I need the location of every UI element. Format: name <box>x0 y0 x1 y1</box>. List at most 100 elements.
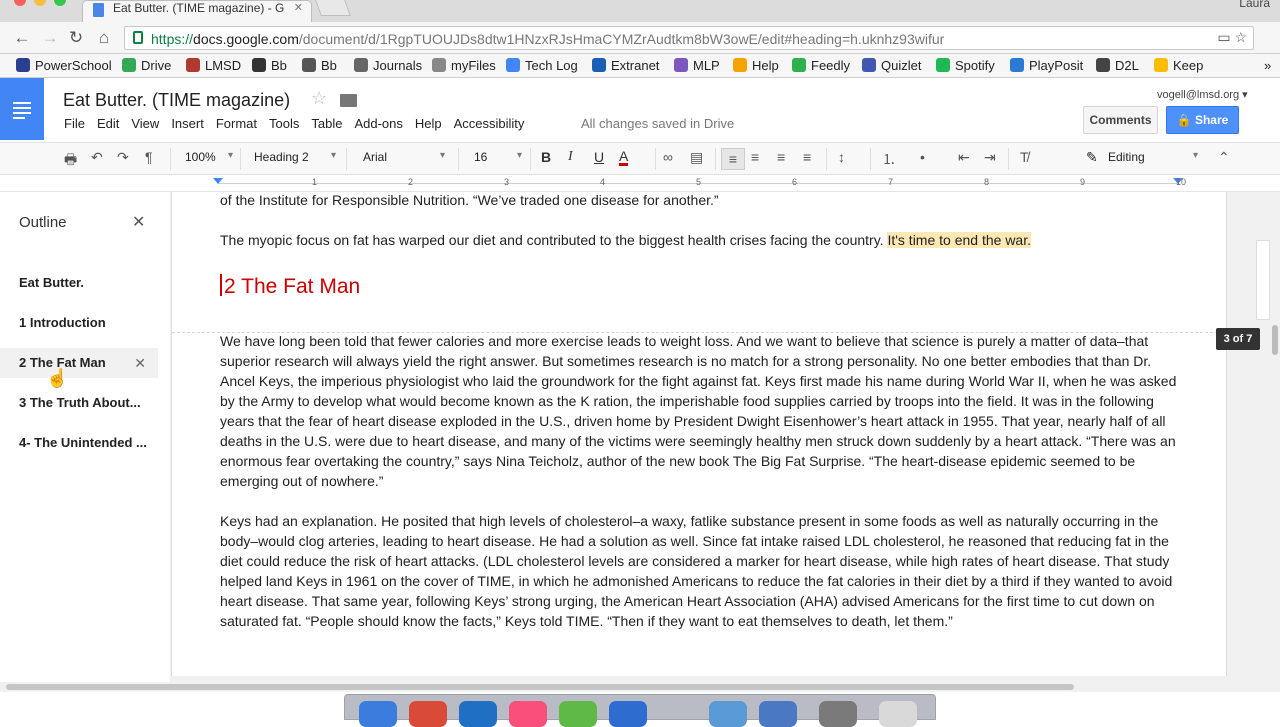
minimize-window-icon[interactable] <box>34 0 46 6</box>
numbered-list-icon[interactable]: ⒈ <box>882 149 896 169</box>
browser-tab[interactable]: Eat Butter. (TIME magazine) - G ✕ <box>82 0 312 22</box>
bookmark-powerschool[interactable]: PowerSchool <box>16 58 112 73</box>
line-spacing-icon[interactable]: ↕ <box>838 149 845 165</box>
menu-accessibility[interactable]: Accessibility <box>454 116 525 131</box>
folder-icon[interactable] <box>340 94 357 107</box>
increase-indent-icon[interactable]: ⇥ <box>984 149 996 166</box>
editing-mode-select[interactable]: Editing <box>1108 150 1198 164</box>
bookmark-feedly[interactable]: Feedly <box>792 58 850 73</box>
font-size-select[interactable]: 16 <box>474 150 522 164</box>
bookmarks-overflow-icon[interactable]: » <box>1264 58 1271 73</box>
forward-icon[interactable]: → <box>40 28 60 48</box>
outline-close-icon[interactable]: ✕ <box>132 212 145 232</box>
bookmark-help[interactable]: Help <box>733 58 779 73</box>
heading-2[interactable]: 2 The Fat Man <box>220 274 360 299</box>
menu-help[interactable]: Help <box>415 116 442 131</box>
paragraph[interactable]: of the Institute for Responsible Nutriti… <box>220 192 1182 210</box>
close-window-icon[interactable] <box>14 0 26 6</box>
comments-button[interactable]: Comments <box>1083 106 1158 134</box>
bookmark-spotify[interactable]: Spotify <box>936 58 995 73</box>
ruler[interactable]: 1 2 3 4 5 6 7 8 9 10 <box>0 175 1280 192</box>
app-store-icon[interactable] <box>559 701 597 727</box>
bookmark-extranet[interactable]: Extranet <box>592 58 659 73</box>
text-color-button[interactable]: A <box>619 149 629 166</box>
bulleted-list-icon[interactable]: • <box>920 149 925 165</box>
comment-icon[interactable]: ▤ <box>690 149 703 166</box>
reload-icon[interactable]: ↻ <box>66 28 86 48</box>
outline-item[interactable]: 4- The Unintended ... <box>0 428 158 458</box>
clear-formatting-icon[interactable]: T̸ <box>1020 149 1029 165</box>
account-email[interactable]: vogell@lmsd.org ▾ <box>1157 88 1248 101</box>
paragraph[interactable]: The myopic focus on fat has warped our d… <box>220 230 1182 250</box>
back-icon[interactable]: ← <box>12 28 32 48</box>
paragraph-style-select[interactable]: Heading 2 <box>254 150 336 164</box>
bookmark-bb[interactable]: Bb <box>252 58 287 73</box>
justify-button[interactable]: ≡ <box>803 149 811 165</box>
maximize-window-icon[interactable] <box>54 0 66 6</box>
downloads-folder-icon[interactable] <box>709 701 747 727</box>
menu-table[interactable]: Table <box>311 116 342 131</box>
outlook-icon[interactable] <box>459 701 497 727</box>
paragraph[interactable]: Keys had an explanation. He posited that… <box>220 511 1182 631</box>
bookmark-tech-log[interactable]: Tech Log <box>506 58 578 73</box>
collapse-icon[interactable]: ⌃ <box>1218 149 1230 166</box>
undo-icon[interactable]: ↶ <box>91 149 103 166</box>
vertical-scrollbar[interactable] <box>1272 325 1278 355</box>
bookmark-journals[interactable]: Journals <box>354 58 422 73</box>
chrome-icon[interactable] <box>409 701 447 727</box>
outline-item[interactable]: 2 The Fat Man ✕ <box>0 348 158 378</box>
bookmark-bb[interactable]: Bb <box>302 58 337 73</box>
bookmark-myfiles[interactable]: myFiles <box>432 58 496 73</box>
menu-format[interactable]: Format <box>216 116 257 131</box>
document-title[interactable]: Eat Butter. (TIME magazine) <box>63 90 290 111</box>
menu-insert[interactable]: Insert <box>171 116 204 131</box>
menu-edit[interactable]: Edit <box>97 116 119 131</box>
url-bar[interactable]: https://docs.google.com/document/d/1RgpT… <box>124 26 1254 50</box>
horizontal-scrollbar[interactable] <box>0 682 1280 692</box>
url-bar-action-icons[interactable]: ▭ ☆ <box>1217 29 1247 46</box>
bookmark-playposit[interactable]: PlayPosit <box>1010 58 1083 73</box>
shared-folder-icon[interactable] <box>759 701 797 727</box>
home-icon[interactable]: ⌂ <box>94 28 114 48</box>
bookmark-d2l[interactable]: D2L <box>1096 58 1139 73</box>
finder-icon[interactable] <box>359 701 397 727</box>
side-panel-thumbnail[interactable] <box>1256 240 1270 320</box>
bookmark-mlp[interactable]: MLP <box>674 58 720 73</box>
document-page[interactable]: of the Institute for Responsible Nutriti… <box>171 192 1227 676</box>
link-icon[interactable]: ∞ <box>663 149 673 165</box>
italic-button[interactable]: I <box>568 149 573 165</box>
outline-item[interactable]: Eat Butter. <box>0 268 158 298</box>
underline-button[interactable]: U <box>594 149 604 165</box>
bold-button[interactable]: B <box>541 149 551 165</box>
bookmark-quizlet[interactable]: Quizlet <box>862 58 921 73</box>
zoom-select[interactable]: 100% <box>185 150 233 164</box>
share-button[interactable]: 🔒 Share <box>1166 106 1239 134</box>
menu-tools[interactable]: Tools <box>269 116 299 131</box>
redo-icon[interactable]: ↷ <box>117 149 129 166</box>
trash-icon[interactable] <box>879 701 917 727</box>
menu-view[interactable]: View <box>131 116 159 131</box>
align-center-button[interactable]: ≡ <box>751 149 759 165</box>
bookmark-keep[interactable]: Keep <box>1154 58 1203 73</box>
safari-icon[interactable] <box>609 701 647 727</box>
left-indent-marker-icon[interactable] <box>213 178 223 184</box>
itunes-icon[interactable] <box>509 701 547 727</box>
outline-item[interactable]: 3 The Truth About... <box>0 388 158 418</box>
outline-item[interactable]: 1 Introduction <box>0 308 158 338</box>
remove-from-outline-icon[interactable]: ✕ <box>134 348 146 378</box>
menu-add-ons[interactable]: Add-ons <box>354 116 402 131</box>
docs-home-icon[interactable] <box>0 78 44 140</box>
profile-name[interactable]: Laura <box>1239 0 1270 10</box>
bookmark-lmsd[interactable]: LMSD <box>186 58 241 73</box>
paragraph[interactable]: We have long been told that fewer calori… <box>220 331 1182 491</box>
bookmark-drive[interactable]: Drive <box>122 58 171 73</box>
font-select[interactable]: Arial <box>363 150 445 164</box>
align-right-button[interactable]: ≡ <box>777 149 785 165</box>
tab-close-icon[interactable]: ✕ <box>294 1 303 14</box>
save-status[interactable]: All changes saved in Drive <box>581 116 734 131</box>
document-stack-icon[interactable] <box>819 701 857 727</box>
align-left-button[interactable]: ≡ <box>721 148 745 170</box>
print-icon[interactable]: 🖶 <box>64 149 77 173</box>
decrease-indent-icon[interactable]: ⇤ <box>958 149 970 166</box>
new-tab-button[interactable] <box>315 0 351 16</box>
